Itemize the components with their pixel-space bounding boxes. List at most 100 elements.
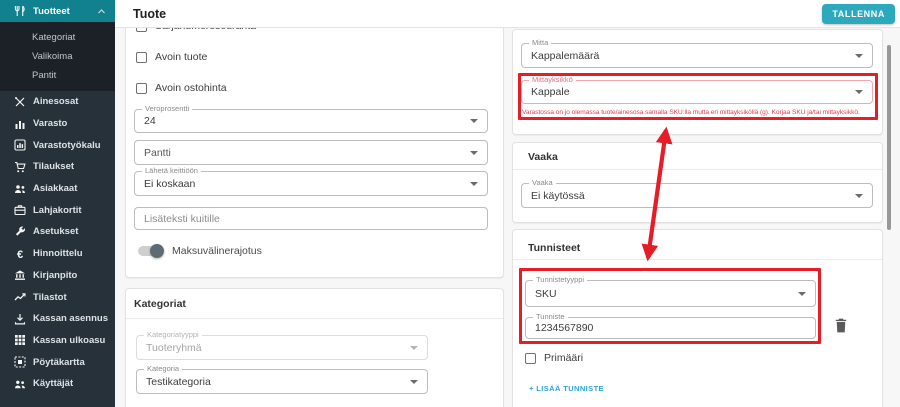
sidebar-item-kategoriat[interactable]: Kategoriat	[0, 28, 115, 47]
gift-card-icon	[14, 204, 26, 216]
sidebar-item-hinnoittelu[interactable]: € Hinnoittelu	[0, 243, 115, 265]
sidebar-item-lahjakortit[interactable]: Lahjakortit	[0, 199, 115, 221]
measure-value: Kappalemäärä	[531, 50, 599, 62]
sidebar-item-label: Tilaukset	[33, 161, 74, 172]
add-identifier-link[interactable]: + LISÄÄ TUNNISTE	[529, 384, 604, 393]
sidebar-item-label: Lahjakortit	[33, 205, 82, 216]
deposit-select[interactable]: Pantti	[134, 140, 488, 165]
crossed-utensils-icon	[14, 96, 26, 108]
send-to-kitchen-select[interactable]: Lähetä keittiöön Ei koskaan	[134, 171, 488, 196]
sidebar-submenu: Kategoriat Valikoima Pantit	[0, 22, 115, 91]
sidebar-item-label: Käyttäjät	[33, 378, 73, 389]
sidebar-item-tilaukset[interactable]: Tilaukset	[0, 156, 115, 178]
unit-error-message: Varastossa on jo olemassa tuote/ainesosa…	[522, 109, 860, 116]
vat-percent-value: 24	[144, 115, 156, 127]
sidebar-item-kassan-asennus[interactable]: Kassan asennus	[0, 308, 115, 330]
sidebar-item-label: Pöytäkartta	[33, 357, 85, 368]
sidebar-item-ainesosat[interactable]: Ainesosat	[0, 91, 115, 113]
sidebar-item-label: Asetukset	[33, 226, 78, 237]
sidebar-item-tilastot[interactable]: Tilastot	[0, 286, 115, 308]
sidebar-item-varastotyokalu[interactable]: Varastotyökalu	[0, 134, 115, 156]
open-product-row: Avoin tuote	[136, 51, 207, 63]
sidebar-item-label: Varastotyökalu	[33, 140, 101, 151]
measure-select[interactable]: Mitta Kappalemäärä	[521, 43, 873, 68]
dropdown-arrow-icon	[798, 292, 806, 296]
primary-checkbox[interactable]	[525, 353, 536, 364]
bar-chart-icon	[14, 118, 26, 130]
open-purchase-price-checkbox[interactable]	[136, 83, 147, 94]
identifiers-card: Tunnisteet Tunnistetyyppi SKU Tunniste P…	[512, 229, 883, 407]
open-purchase-price-row: Avoin ostohinta	[136, 82, 227, 94]
unit-value: Kappale	[531, 86, 570, 98]
identifier-type-select[interactable]: Tunnistetyyppi SKU	[525, 280, 816, 307]
page-header: Tuote TALLENNA	[115, 0, 900, 28]
dropdown-arrow-icon	[470, 151, 478, 155]
main-content: Sarjanumeroseuranta Avoin tuote Avoin os…	[115, 0, 900, 407]
scale-label: Vaaka	[529, 179, 556, 187]
sidebar-item-tuotteet[interactable]: Tuotteet	[0, 0, 115, 22]
sidebar-item-kassan-ulkoasu[interactable]: Kassan ulkoasu	[0, 330, 115, 352]
open-product-checkbox[interactable]	[136, 52, 147, 63]
sidebar-item-label: Kassan asennus	[33, 313, 108, 324]
open-purchase-price-label: Avoin ostohinta	[155, 82, 227, 94]
deposit-placeholder: Pantti	[144, 147, 171, 159]
category-select[interactable]: Kategoria Testikategoria	[136, 369, 428, 394]
product-settings-card: Sarjanumeroseuranta Avoin tuote Avoin os…	[125, 0, 504, 278]
line-chart-icon	[14, 291, 26, 303]
divider	[513, 169, 882, 170]
divider	[126, 318, 503, 319]
measure-card: Mitta Kappalemäärä Mittayksikkö Kappale …	[512, 29, 883, 135]
categories-card-title: Kategoriat	[134, 298, 186, 310]
people-icon	[14, 183, 26, 195]
unit-select[interactable]: Mittayksikkö Kappale	[521, 80, 873, 104]
sidebar-item-asetukset[interactable]: Asetukset	[0, 221, 115, 243]
scale-card: Vaaka Vaaka Ei käytössä	[512, 142, 883, 223]
sidebar-item-poytakartta[interactable]: Pöytäkartta	[0, 351, 115, 373]
identifier-type-label: Tunnistetyyppi	[533, 276, 587, 284]
unit-label: Mittayksikkö	[529, 76, 576, 84]
scale-select[interactable]: Vaaka Ei käytössä	[521, 183, 873, 208]
divider	[513, 259, 882, 260]
sidebar-item-label: Asiakkaat	[33, 183, 77, 194]
dropdown-arrow-icon	[410, 380, 418, 384]
sidebar-item-label: Tuotteet	[33, 6, 90, 17]
payment-restriction-toggle[interactable]	[138, 246, 162, 256]
identifier-type-value: SKU	[535, 288, 557, 300]
chevron-up-icon	[97, 7, 106, 16]
dropdown-arrow-icon	[410, 346, 418, 350]
sidebar-item-varasto[interactable]: Varasto	[0, 113, 115, 135]
chart-box-icon	[14, 139, 26, 151]
scale-value: Ei käytössä	[531, 190, 585, 202]
save-button[interactable]: TALLENNA	[822, 4, 895, 24]
wrench-icon	[14, 226, 26, 238]
category-type-select[interactable]: Kategoriatyyppi Tuoteryhmä	[136, 335, 428, 360]
users-icon	[14, 378, 26, 390]
vat-percent-select[interactable]: Veroprosentti 24	[134, 109, 488, 133]
sidebar-item-asiakkaat[interactable]: Asiakkaat	[0, 178, 115, 200]
identifiers-card-title: Tunnisteet	[528, 242, 580, 254]
identifier-input[interactable]	[535, 318, 807, 338]
vertical-scrollbar[interactable]	[887, 45, 891, 230]
sidebar-item-valikoima[interactable]: Valikoima	[0, 47, 115, 66]
svg-text:€: €	[17, 249, 23, 260]
page-title: Tuote	[133, 7, 166, 21]
cart-icon	[14, 161, 26, 173]
table-map-icon	[14, 356, 26, 368]
receipt-text-input[interactable]	[144, 208, 479, 229]
category-label: Kategoria	[144, 365, 182, 373]
delete-identifier-icon[interactable]	[834, 318, 848, 333]
dropdown-arrow-icon	[470, 182, 478, 186]
sidebar-item-kayttajat[interactable]: Käyttäjät	[0, 373, 115, 395]
sidebar-item-kirjanpito[interactable]: Kirjanpito	[0, 265, 115, 287]
sidebar-item-label: Varasto	[33, 118, 67, 129]
primary-label: Primääri	[544, 352, 583, 364]
identifier-field-wrap: Tunniste	[525, 317, 816, 339]
dropdown-arrow-icon	[855, 194, 863, 198]
euro-icon: €	[14, 248, 26, 260]
download-icon	[14, 313, 26, 325]
grid-icon	[14, 334, 26, 346]
sidebar-item-pantit[interactable]: Pantit	[0, 66, 115, 85]
sidebar-item-label: Kassan ulkoasu	[33, 335, 105, 346]
dropdown-arrow-icon	[855, 54, 863, 58]
category-type-label: Kategoriatyyppi	[144, 331, 202, 339]
